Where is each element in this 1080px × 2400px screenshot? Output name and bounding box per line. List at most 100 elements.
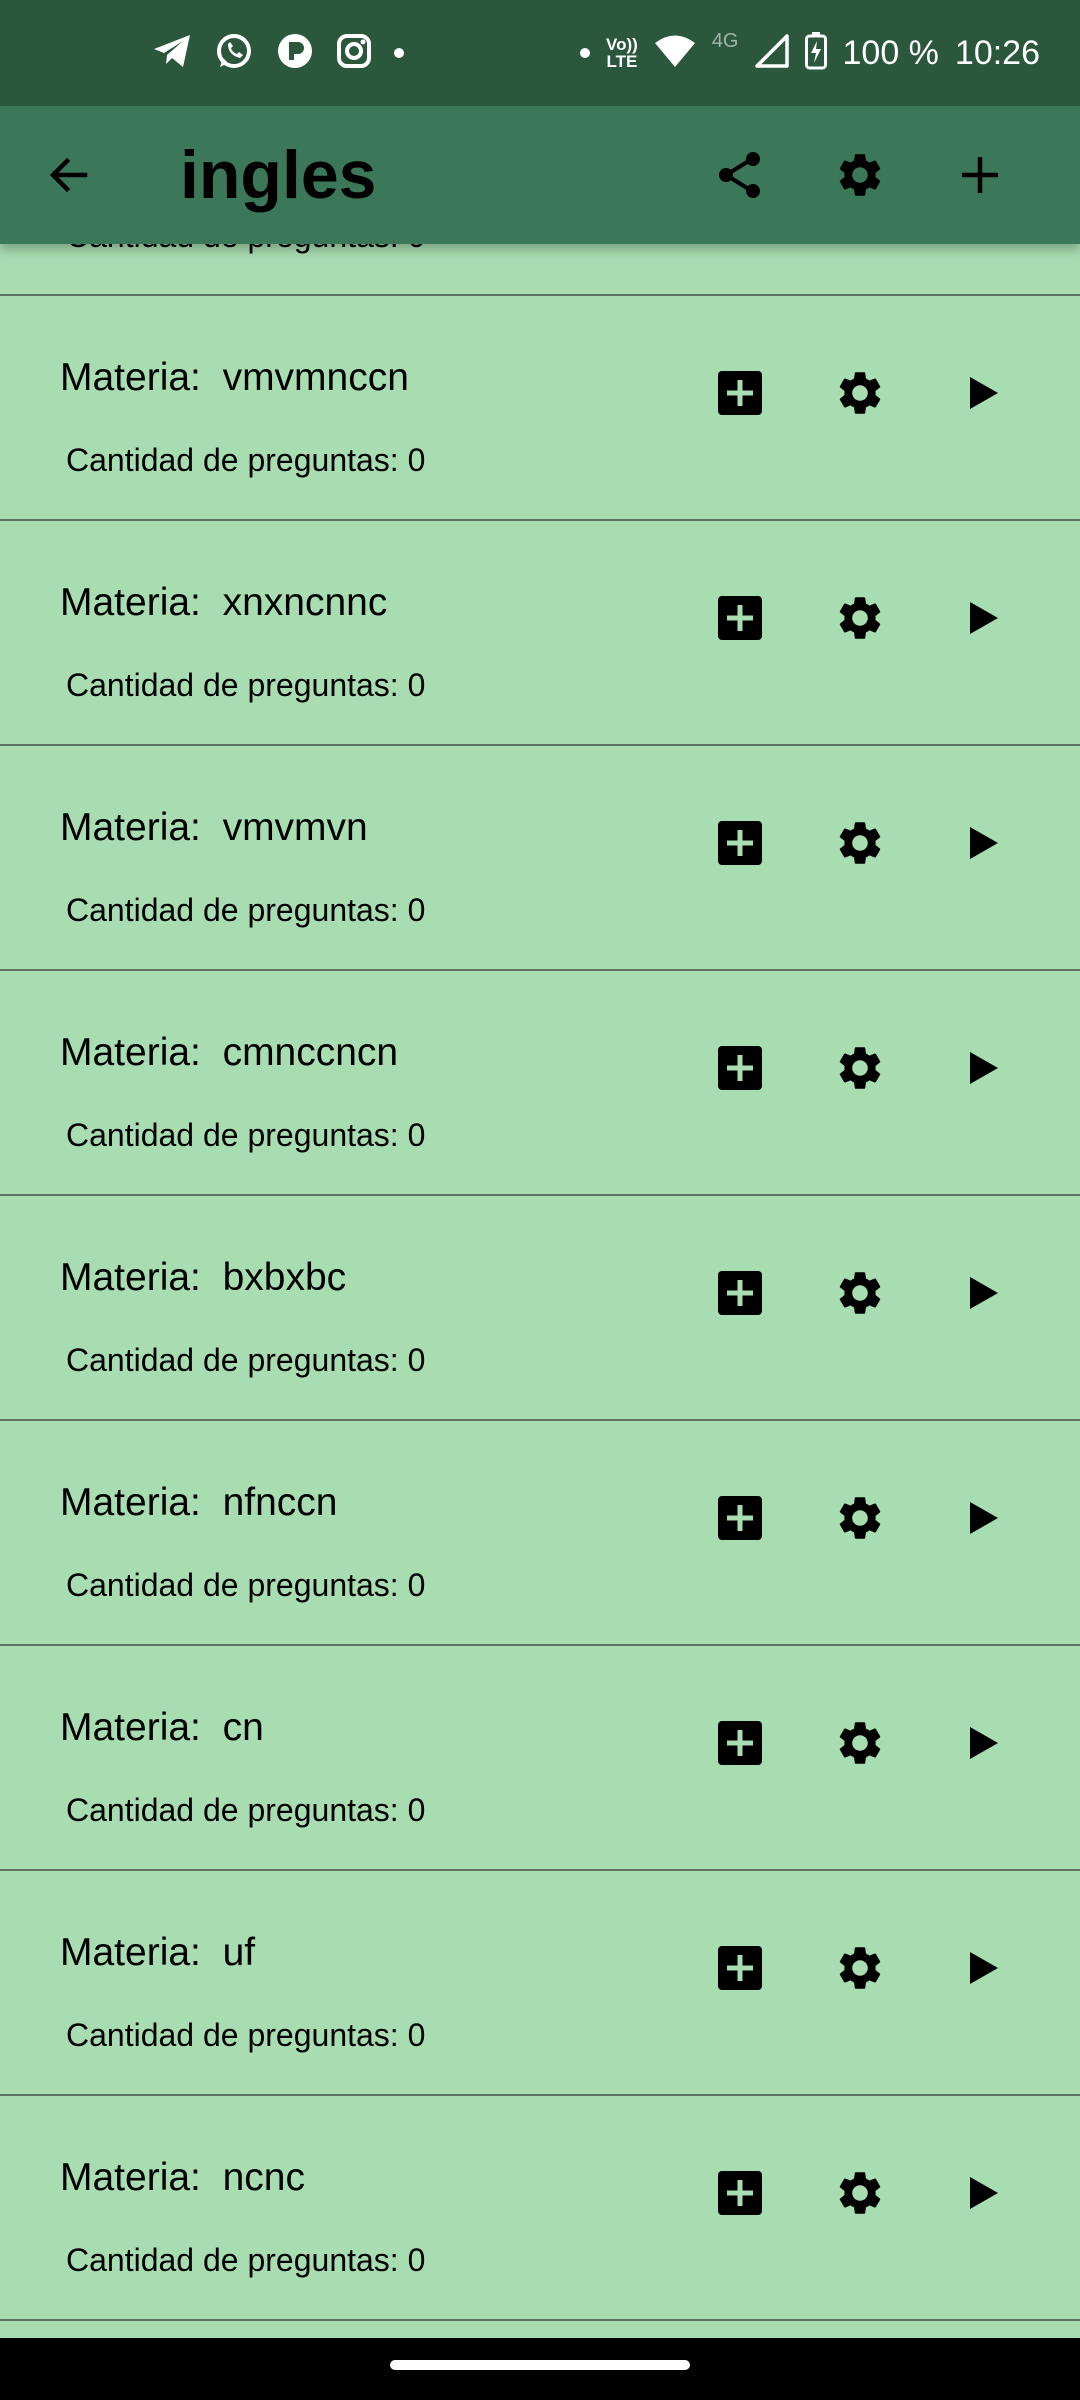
play-icon (970, 2177, 998, 2209)
subject-value: ncnc (222, 2156, 305, 2199)
play-icon (970, 1727, 998, 1759)
subject-value: xnxncnnc (222, 581, 388, 624)
list-item[interactable]: Materia: cn Cantidad de preguntas: 0 (0, 1646, 1080, 1871)
add-box-icon (718, 1946, 762, 1990)
subject-settings-button[interactable] (824, 1032, 896, 1104)
app-screen: Vo)) LTE 4G 100 % 10:26 ingles Materia: … (0, 0, 1080, 2400)
subject-label: Materia: (60, 581, 223, 624)
subject-value: vmvmvn (222, 806, 368, 849)
list-item[interactable]: Materia: ncnc Cantidad de preguntas: 0 (0, 2096, 1080, 2321)
navigation-bar (0, 2338, 1080, 2400)
settings-button[interactable] (815, 130, 905, 220)
add-box-icon (718, 2171, 762, 2215)
play-button[interactable] (946, 1257, 1018, 1329)
question-count: Cantidad de preguntas: 0 (66, 442, 426, 478)
app-icon (276, 32, 314, 75)
list-item[interactable]: Materia: nfnccn Cantidad de preguntas: 0 (0, 1421, 1080, 1646)
add-button[interactable] (935, 130, 1025, 220)
whatsapp-icon (214, 31, 254, 76)
settings-icon (839, 372, 881, 414)
settings-icon (839, 2172, 881, 2214)
add-question-button[interactable] (704, 582, 776, 654)
subject-label: Materia: (60, 2156, 223, 2199)
system-icons: Vo)) LTE 4G 100 % 10:26 (580, 30, 1040, 76)
list-item[interactable]: Materia: uf Cantidad de preguntas: 0 (0, 1871, 1080, 2096)
play-button[interactable] (946, 2157, 1018, 2229)
settings-icon (839, 1272, 881, 1314)
add-box-icon (718, 821, 762, 865)
subject-name: Materia: vmvmvn (60, 806, 368, 850)
subject-value: uf (222, 1931, 256, 1974)
add-question-button[interactable] (704, 1707, 776, 1779)
home-gesture-handle[interactable] (390, 2360, 690, 2370)
status-dot (580, 48, 591, 58)
subject-label: Materia: (60, 1481, 223, 1524)
list-item[interactable]: Materia: cmnccncn Cantidad de preguntas:… (0, 971, 1080, 1196)
add-question-button[interactable] (704, 1257, 776, 1329)
question-count: Cantidad de preguntas: 0 (66, 1567, 426, 1603)
play-icon (970, 827, 998, 859)
settings-icon (839, 1497, 881, 1539)
play-button[interactable] (946, 1932, 1018, 2004)
list-item-partial[interactable]: Cantidad de preguntas: 0 (0, 244, 1080, 296)
subject-settings-button[interactable] (824, 1932, 896, 2004)
add-question-button[interactable] (704, 2157, 776, 2229)
subject-settings-button[interactable] (824, 582, 896, 654)
question-count: Cantidad de preguntas: 0 (66, 892, 426, 928)
settings-icon (839, 1947, 881, 1989)
subject-label: Materia: (60, 1256, 223, 1299)
subject-name: Materia: ncnc (60, 2156, 305, 2200)
subject-settings-button[interactable] (824, 1482, 896, 1554)
play-button[interactable] (946, 807, 1018, 879)
subject-value: cmnccncn (222, 1031, 399, 1074)
subject-settings-button[interactable] (824, 2157, 896, 2229)
add-box-icon (718, 1046, 762, 1090)
subject-settings-button[interactable] (824, 1257, 896, 1329)
more-notifications-dot (394, 48, 404, 58)
question-count: Cantidad de preguntas: 0 (66, 2242, 426, 2278)
add-question-button[interactable] (704, 1482, 776, 1554)
back-button[interactable] (24, 130, 114, 220)
subject-name: Materia: vmvmnccn (60, 356, 409, 400)
subject-settings-button[interactable] (824, 357, 896, 429)
subject-name: Materia: nfnccn (60, 1481, 337, 1525)
subject-label: Materia: (60, 1031, 223, 1074)
subject-settings-button[interactable] (824, 807, 896, 879)
subject-name: Materia: xnxncnnc (60, 581, 387, 625)
play-button[interactable] (946, 1482, 1018, 1554)
play-button[interactable] (946, 582, 1018, 654)
subject-name: Materia: cmnccncn (60, 1031, 398, 1075)
subject-name: Materia: uf (60, 1931, 255, 1975)
page-title: ingles (180, 137, 377, 213)
play-button[interactable] (946, 1032, 1018, 1104)
list-item[interactable]: Materia: bxbxbc Cantidad de preguntas: 0 (0, 1196, 1080, 1421)
add-question-button[interactable] (704, 357, 776, 429)
list-item[interactable]: Materia: vmvmnccn Cantidad de preguntas:… (0, 296, 1080, 521)
settings-icon (839, 1047, 881, 1089)
list-item[interactable]: Materia: xnxncnnc Cantidad de preguntas:… (0, 521, 1080, 746)
question-count: Cantidad de preguntas: 0 (66, 1117, 426, 1153)
subject-label: Materia: (60, 806, 223, 849)
settings-icon (839, 154, 881, 196)
list-item[interactable]: Materia: vmvmvn Cantidad de preguntas: 0 (0, 746, 1080, 971)
play-icon (970, 1952, 998, 1984)
subject-name: Materia: bxbxbc (60, 1256, 346, 1300)
battery-percent: 100 % (842, 33, 939, 72)
subject-settings-button[interactable] (824, 1707, 896, 1779)
play-icon (970, 1277, 998, 1309)
subject-value: bxbxbc (222, 1256, 347, 1299)
app-bar: ingles (0, 106, 1080, 244)
signal-icon (754, 33, 789, 73)
play-icon (970, 602, 998, 634)
instagram-icon (336, 33, 372, 74)
add-box-icon (718, 1271, 762, 1315)
add-question-button[interactable] (704, 1932, 776, 2004)
play-button[interactable] (946, 1707, 1018, 1779)
network-type-label: 4G (711, 29, 739, 52)
share-button[interactable] (695, 130, 785, 220)
add-question-button[interactable] (704, 807, 776, 879)
add-box-icon (718, 596, 762, 640)
play-button[interactable] (946, 357, 1018, 429)
add-question-button[interactable] (704, 1032, 776, 1104)
play-icon (970, 1052, 998, 1084)
